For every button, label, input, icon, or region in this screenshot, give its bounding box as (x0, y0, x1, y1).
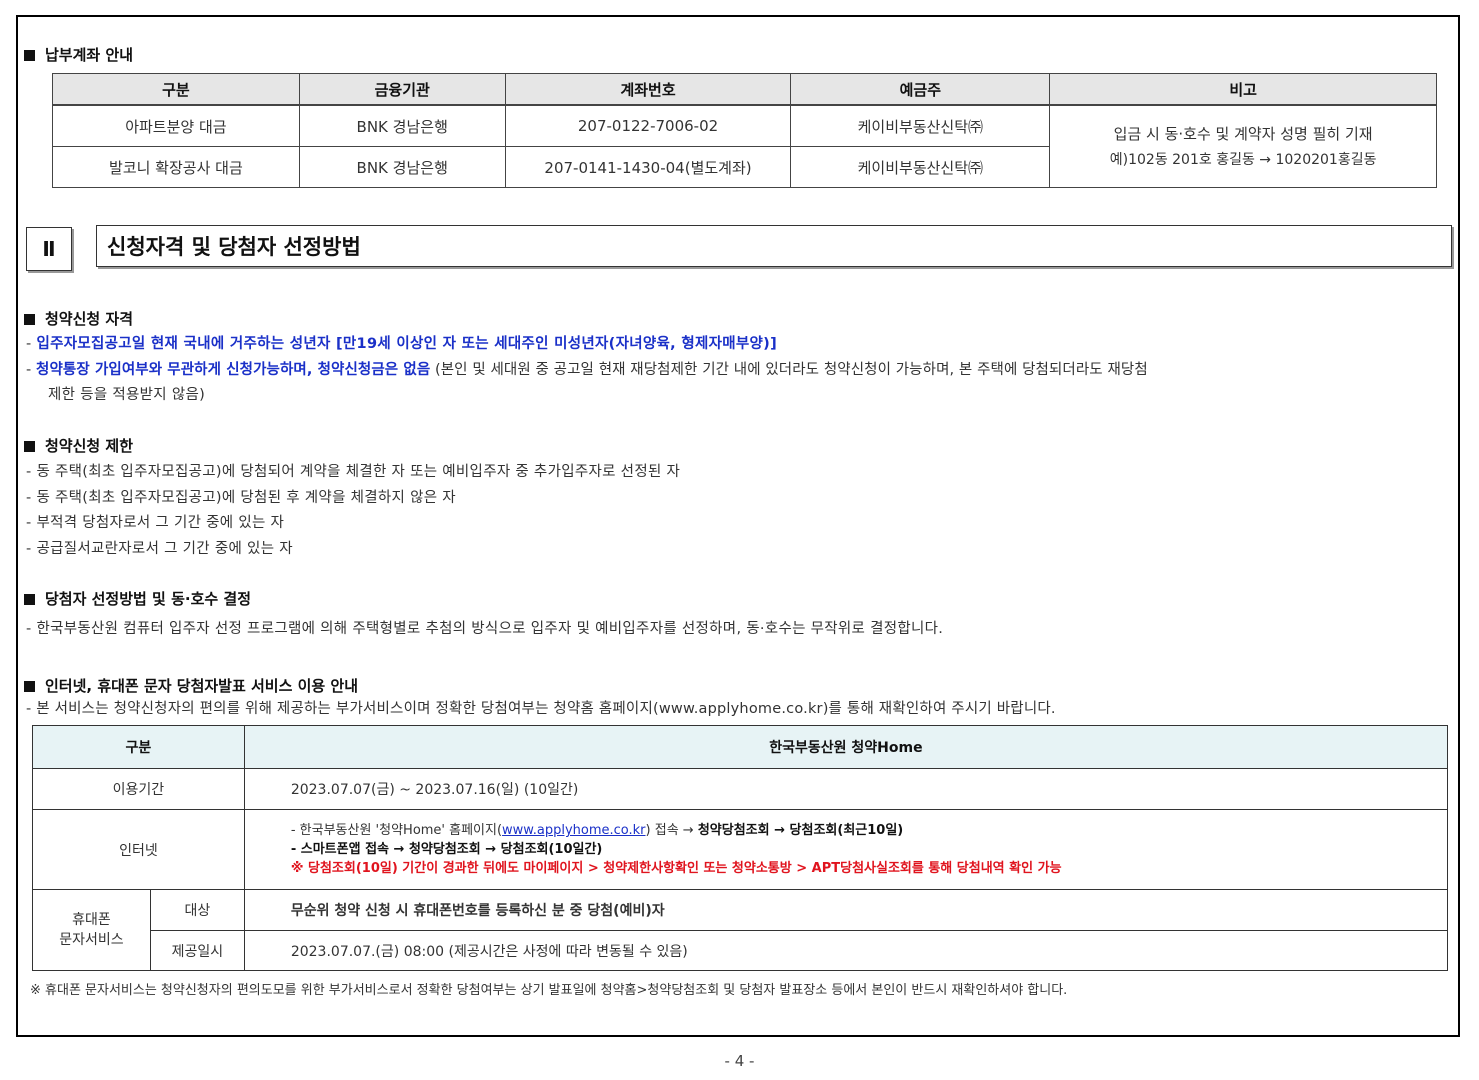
table-row: 이용기간 2023.07.07(금) ~ 2023.07.16(일) (10일간… (32, 768, 1449, 810)
eligibility-line-3: 제한 등을 적용받지 않음) (48, 387, 206, 403)
table-cell: 207-0122-7006-02 (504, 104, 792, 147)
table-row: 인터넷 - 한국부동산원 '청약Home' 홈페이지(www.applyhome… (32, 809, 1449, 890)
list-item: - 동 주택(최초 입주자모집공고)에 당첨된 후 계약을 체결하지 않은 자 (26, 490, 456, 506)
square-bullet-icon (24, 50, 35, 61)
table-cell: 아파트분양 대금 (52, 104, 300, 147)
table-cell: BNK 경남은행 (298, 146, 506, 188)
restriction-heading: 청약신청 제한 (24, 435, 133, 456)
table-cell: 2023.07.07.(금) 08:00 (제공시간은 사정에 따라 변동될 수… (243, 930, 1449, 971)
square-bullet-icon (24, 314, 35, 325)
internet-line-3: ※ 당첨조회(10일) 기간이 경과한 뒤에도 마이페이지 > 청약제한사항확인… (290, 861, 1062, 876)
service-footnote: ※ 휴대폰 문자서비스는 청약신청자의 편의도모를 위한 부가서비스로서 정확한… (30, 983, 1068, 998)
table-header-cell: 계좌번호 (504, 73, 792, 106)
table-header-cell: 금융기관 (298, 73, 506, 106)
list-item: - 공급질서교란자로서 그 기간 중에 있는 자 (26, 541, 293, 557)
table-header-cell: 예금주 (790, 73, 1051, 106)
table-cell: 대상 (149, 889, 245, 931)
table-row: 휴대폰 문자서비스 대상 무순위 청약 신청 시 휴대폰번호를 등록하신 분 중… (32, 889, 1449, 971)
section-title: 신청자격 및 당첨자 선정방법 (96, 225, 1452, 267)
internet-line-2: - 스마트폰앱 접속 → 청약당첨조회 → 당첨조회(10일간) (290, 842, 603, 857)
internet-line-1: - 한국부동산원 '청약Home' 홈페이지(www.applyhome.co.… (290, 823, 904, 838)
table-header-cell: 구분 (32, 725, 245, 769)
table-cell: 무순위 청약 신청 시 휴대폰번호를 등록하신 분 중 당첨(예비)자 (243, 889, 1449, 931)
square-bullet-icon (24, 441, 35, 452)
table-cell: 케이비부동산신탁㈜ (790, 146, 1051, 188)
internet-detail-cell: - 한국부동산원 '청약Home' 홈페이지(www.applyhome.co.… (243, 809, 1449, 890)
account-table: 구분 금융기관 계좌번호 예금주 비고 아파트분양 대금 BNK 경남은행 20… (52, 73, 1437, 188)
table-row: 아파트분양 대금 BNK 경남은행 207-0122-7006-02 케이비부동… (52, 104, 1437, 188)
selection-line: - 한국부동산원 컴퓨터 입주자 선정 프로그램에 의해 주택형별로 추첨의 방… (26, 621, 944, 637)
table-cell: 이용기간 (32, 768, 245, 810)
account-note-line1: 입금 시 동·호수 및 계약자 성명 필히 기재 (1113, 124, 1373, 143)
applyhome-link[interactable]: www.applyhome.co.kr (502, 823, 645, 838)
mobile-service-label: 휴대폰 문자서비스 (32, 889, 151, 971)
service-table-header: 구분 한국부동산원 청약Home (32, 725, 1449, 769)
list-item: - 동 주택(최초 입주자모집공고)에 당첨되어 계약을 체결한 자 또는 예비… (26, 464, 681, 480)
account-heading: 납부계좌 안내 (24, 44, 133, 65)
table-cell: 207-0141-1430-04(별도계좌) (504, 146, 792, 188)
table-cell: 2023.07.07(금) ~ 2023.07.16(일) (10일간) (243, 768, 1449, 810)
section-number: Ⅱ (26, 227, 72, 271)
selection-heading: 당첨자 선정방법 및 동·호수 결정 (24, 588, 251, 609)
document-page: 납부계좌 안내 구분 금융기관 계좌번호 예금주 비고 아파트분양 대금 BNK… (16, 15, 1460, 1037)
account-note-cell: 입금 시 동·호수 및 계약자 성명 필히 기재 예)102동 201호 홍길동… (1049, 104, 1437, 188)
page-number: - 4 - (724, 1052, 755, 1070)
service-table: 구분 한국부동산원 청약Home 이용기간 2023.07.07(금) ~ 20… (32, 725, 1449, 971)
table-cell: 인터넷 (32, 809, 245, 890)
eligibility-line-1: - 입주자모집공고일 현재 국내에 거주하는 성년자 [만19세 이상인 자 또… (26, 336, 778, 352)
account-note-line2: 예)102동 201호 홍길동 → 1020201홍길동 (1109, 151, 1377, 168)
table-header-cell: 구분 (52, 73, 300, 106)
account-table-header: 구분 금융기관 계좌번호 예금주 비고 (52, 73, 1437, 106)
table-cell: 발코니 확장공사 대금 (52, 146, 300, 188)
square-bullet-icon (24, 594, 35, 605)
eligibility-heading: 청약신청 자격 (24, 308, 133, 329)
eligibility-line-2: - 청약통장 가입여부와 무관하게 신청가능하며, 청약신청금은 없음 (본인 … (26, 362, 1148, 378)
table-header-cell: 비고 (1049, 73, 1437, 106)
table-cell: BNK 경남은행 (298, 104, 506, 147)
service-heading: 인터넷, 휴대폰 문자 당첨자발표 서비스 이용 안내 (24, 675, 358, 696)
table-header-cell: 한국부동산원 청약Home (243, 725, 1449, 769)
table-row: 제공일시 2023.07.07.(금) 08:00 (제공시간은 사정에 따라 … (33, 930, 1449, 971)
table-cell: 제공일시 (149, 930, 245, 971)
service-intro: - 본 서비스는 청약신청자의 편의를 위해 제공하는 부가서비스이며 정확한 … (26, 701, 1056, 717)
square-bullet-icon (24, 681, 35, 692)
list-item: - 부적격 당첨자로서 그 기간 중에 있는 자 (26, 515, 285, 531)
table-cell: 케이비부동산신탁㈜ (790, 104, 1051, 147)
